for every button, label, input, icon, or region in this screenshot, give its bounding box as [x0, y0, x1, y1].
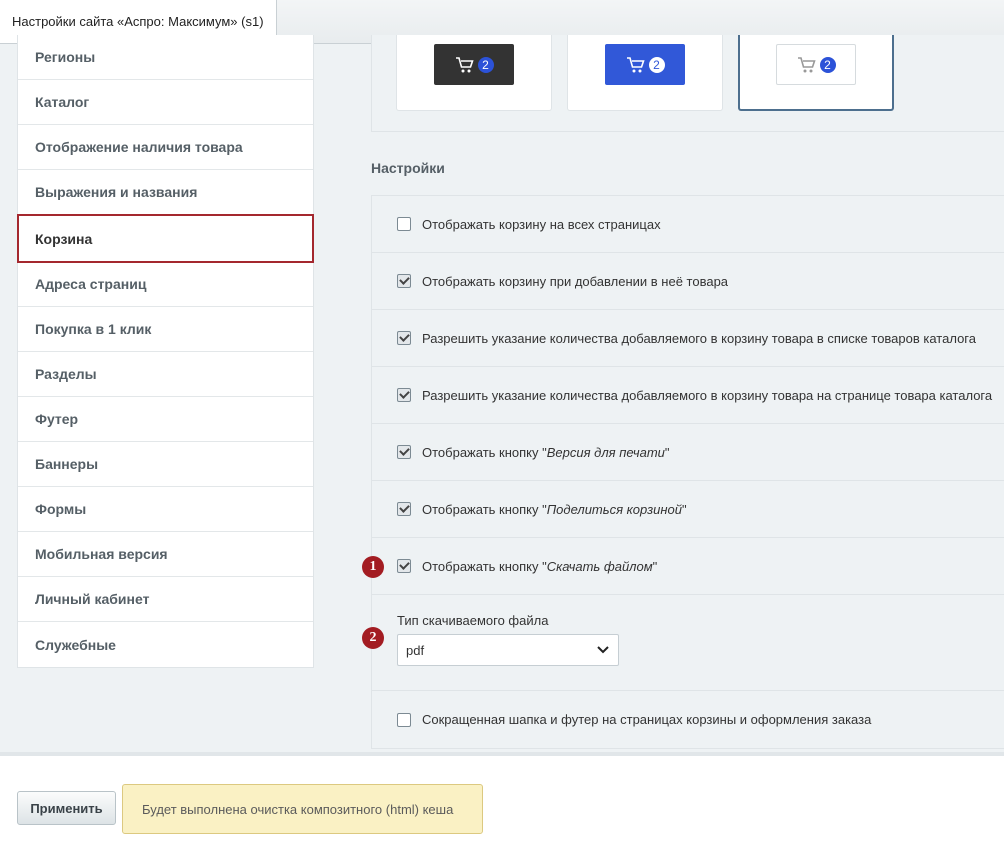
checkbox-checked[interactable] [397, 445, 411, 459]
sidebar-item-label: Разделы [35, 366, 97, 382]
sidebar-item-banners[interactable]: Баннеры [18, 442, 313, 487]
basket-style-dark-card[interactable]: 2 [396, 35, 552, 111]
checkbox[interactable] [397, 217, 411, 231]
sidebar-item-page-urls[interactable]: Адреса страниц [18, 262, 313, 307]
option-quantity-on-detail[interactable]: Разрешить указание количества добавляемо… [372, 367, 1004, 424]
sidebar-item-label: Мобильная версия [35, 546, 168, 562]
sidebar-item-sections[interactable]: Разделы [18, 352, 313, 397]
sidebar-item-label: Корзина [35, 230, 93, 247]
cart-count-badge: 2 [819, 56, 836, 73]
checkbox-checked[interactable] [397, 388, 411, 402]
checkbox-checked[interactable] [397, 274, 411, 288]
sidebar-item-catalog[interactable]: Каталог [18, 80, 313, 125]
cart-icon [797, 56, 816, 72]
sidebar-item-footer[interactable]: Футер [18, 397, 313, 442]
sidebar-item-phrases[interactable]: Выражения и названия [18, 170, 313, 215]
option-file-type: Тип скачиваемого файла pdf [372, 595, 1004, 691]
checkbox-checked[interactable] [397, 559, 411, 573]
sidebar-item-forms[interactable]: Формы [18, 487, 313, 532]
sidebar-item-one-click[interactable]: Покупка в 1 клик [18, 307, 313, 352]
annotation-marker-2: 2 [362, 627, 384, 649]
cache-notice: Будет выполнена очистка композитного (ht… [122, 784, 483, 834]
file-type-value: pdf [406, 642, 425, 658]
chevron-down-icon [597, 646, 609, 654]
cart-icon [455, 56, 474, 72]
apply-button[interactable]: Применить [17, 791, 116, 825]
sidebar-item-label: Футер [35, 411, 79, 427]
sidebar-item-label: Адреса страниц [35, 276, 147, 292]
basket-style-light-card[interactable]: 2 [738, 35, 894, 111]
cart-count-badge: 2 [477, 56, 494, 73]
option-share-basket-button[interactable]: Отображать кнопку "Поделиться корзиной" [372, 481, 1004, 538]
sidebar-item-account[interactable]: Личный кабинет [18, 577, 313, 622]
basket-options-list: Отображать корзину на всех страницах Ото… [371, 195, 1004, 749]
tab-title: Настройки сайта «Аспро: Максимум» (s1) [12, 14, 264, 29]
cart-icon [626, 56, 645, 72]
option-show-basket-all-pages[interactable]: Отображать корзину на всех страницах [372, 196, 1004, 253]
option-show-basket-on-add[interactable]: Отображать корзину при добавлении в неё … [372, 253, 1004, 310]
sidebar-item-label: Покупка в 1 клик [35, 321, 152, 337]
option-short-header-footer[interactable]: Сокращенная шапка и футер на страницах к… [372, 691, 1004, 748]
option-label: Отображать корзину на всех страницах [422, 216, 661, 232]
option-label: Сокращенная шапка и футер на страницах к… [422, 712, 872, 727]
sidebar-item-regions[interactable]: Регионы [18, 35, 313, 80]
option-print-version-button[interactable]: Отображать кнопку "Версия для печати" [372, 424, 1004, 481]
option-label: Отображать кнопку "Скачать файлом" [422, 558, 658, 574]
settings-heading: Настройки [371, 160, 445, 176]
sidebar-item-label: Регионы [35, 49, 96, 65]
cart-button-dark: 2 [434, 44, 514, 85]
option-label: Разрешить указание количества добавляемо… [422, 387, 993, 403]
file-type-label: Тип скачиваемого файла [397, 613, 549, 628]
sidebar-item-label: Личный кабинет [35, 591, 150, 607]
option-quantity-in-list[interactable]: Разрешить указание количества добавляемо… [372, 310, 1004, 367]
file-type-select[interactable]: pdf [397, 634, 619, 666]
annotation-marker-1: 1 [362, 556, 384, 578]
sidebar-item-stock-display[interactable]: Отображение наличия товара [18, 125, 313, 170]
sidebar-item-label: Служебные [35, 636, 116, 653]
option-download-file-button[interactable]: Отображать кнопку "Скачать файлом" [372, 538, 1004, 595]
cart-button-blue: 2 [605, 44, 685, 85]
basket-style-preview: 2 2 2 [371, 35, 1004, 132]
sidebar-item-label: Баннеры [35, 456, 99, 472]
sidebar-item-service[interactable]: Служебные [18, 622, 313, 667]
sidebar-item-label: Выражения и названия [35, 184, 198, 200]
option-label: Отображать кнопку "Версия для печати" [422, 444, 670, 460]
sidebar-item-label: Формы [35, 501, 87, 517]
cart-count-badge: 2 [648, 56, 665, 73]
checkbox-checked[interactable] [397, 502, 411, 516]
option-label: Разрешить указание количества добавляемо… [422, 330, 976, 346]
settings-sidebar: Регионы Каталог Отображение наличия това… [17, 35, 314, 668]
sidebar-item-label: Каталог [35, 94, 90, 110]
basket-style-blue-card[interactable]: 2 [567, 35, 723, 111]
sidebar-item-mobile[interactable]: Мобильная версия [18, 532, 313, 577]
sidebar-item-basket[interactable]: Корзина [17, 214, 314, 263]
checkbox[interactable] [397, 712, 411, 727]
option-label: Отображать кнопку "Поделиться корзиной" [422, 501, 687, 517]
checkbox-checked[interactable] [397, 331, 411, 345]
cart-button-light: 2 [776, 44, 856, 85]
option-label: Отображать корзину при добавлении в неё … [422, 273, 729, 289]
sidebar-item-label: Отображение наличия товара [35, 139, 243, 155]
